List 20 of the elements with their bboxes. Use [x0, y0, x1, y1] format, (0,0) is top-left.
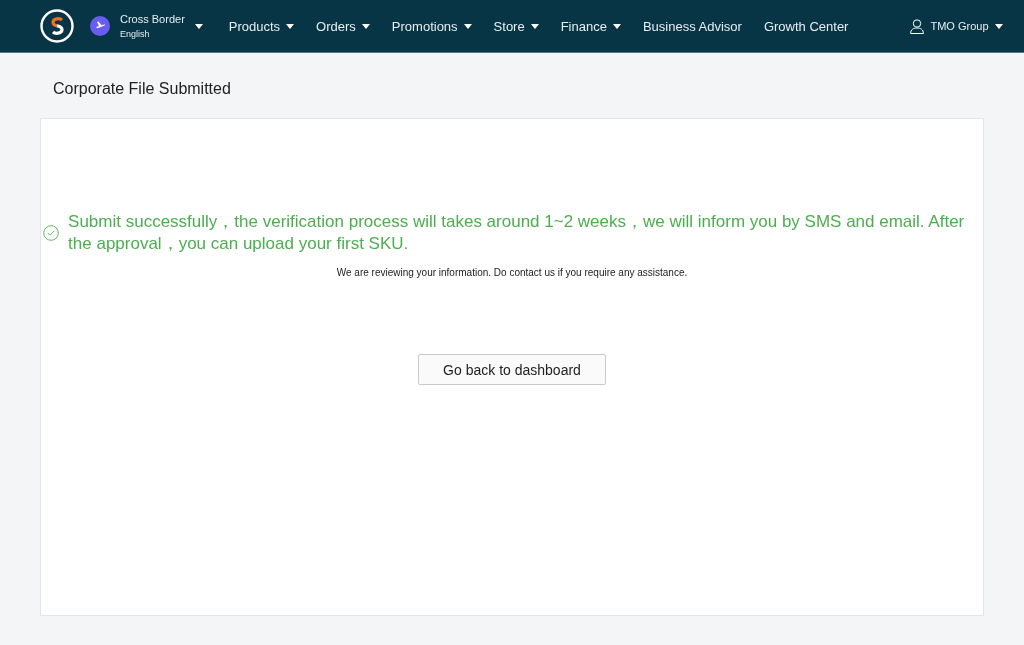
user-icon	[910, 18, 925, 34]
airplane-icon	[90, 16, 110, 36]
success-message: Submit successfully，the verification process will takes around 1~2 weeks，we will inform you by SMS and email. After the approval，you can upload your first SKU.	[68, 211, 966, 255]
nav-menu-item[interactable]: Business Advisor	[642, 18, 742, 34]
nav-menu-item[interactable]: Store	[493, 18, 539, 34]
info-note: We are reviewing your information. Do contact us if you require any assistance.	[336, 267, 688, 278]
channel-caret-icon	[194, 23, 203, 29]
caret-icon	[994, 23, 1003, 29]
dashboard-button[interactable]: Go back to dashboard	[418, 354, 606, 385]
language-label: English	[120, 29, 151, 39]
logo-icon[interactable]	[40, 9, 74, 43]
nav-menu-item[interactable]: Growth Center	[763, 18, 849, 34]
user-menu[interactable]: TMO Group	[930, 20, 989, 32]
nav-menu-item[interactable]: Promotions	[391, 18, 472, 34]
check-circle-icon	[43, 222, 60, 244]
page-title: Corporate File Submitted	[53, 79, 232, 99]
nav-menu-item[interactable]: Orders	[316, 18, 370, 34]
nav-menu-item[interactable]: Finance	[560, 18, 621, 34]
channel-name[interactable]: Cross Border	[120, 13, 185, 25]
nav-menu-item[interactable]: Products	[228, 18, 295, 34]
